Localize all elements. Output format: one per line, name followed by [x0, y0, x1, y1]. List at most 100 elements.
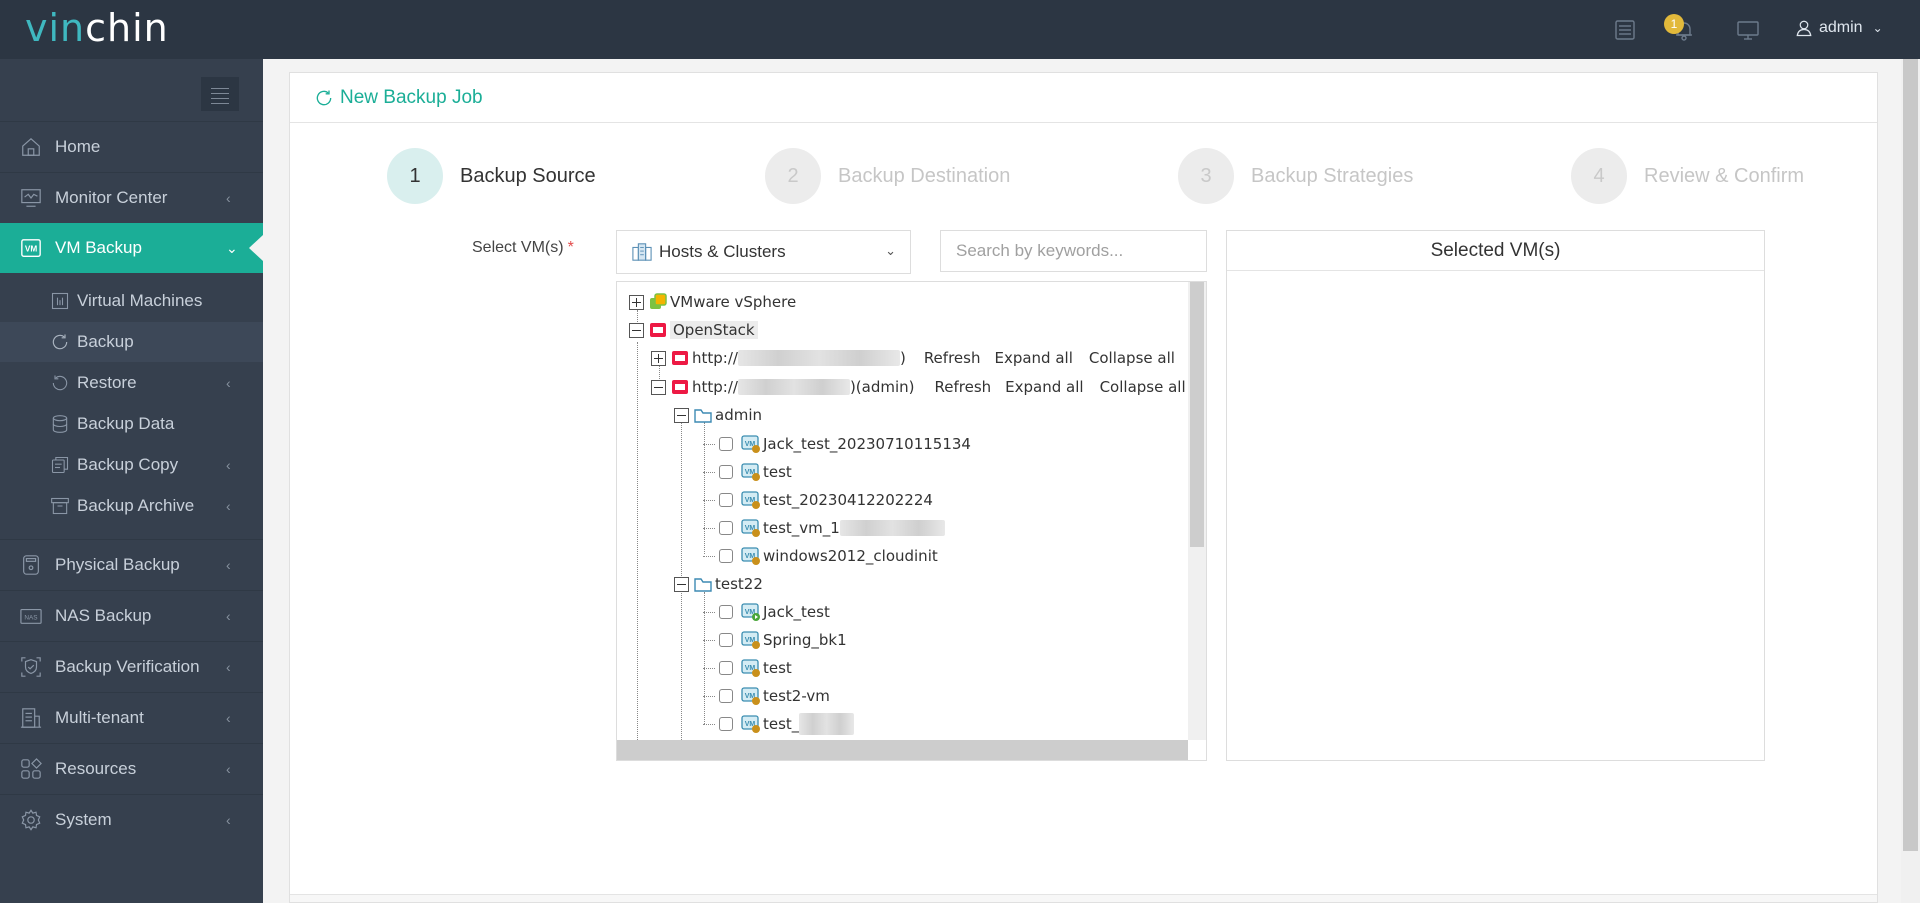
monitor-center-icon	[21, 189, 41, 207]
redacted-text	[839, 520, 945, 536]
redacted-text	[737, 379, 850, 395]
sidebar-item-system[interactable]: System ‹	[0, 795, 263, 845]
sidebar-item-resources[interactable]: Resources ‹	[0, 744, 263, 794]
vm-checkbox[interactable]	[719, 465, 733, 479]
selected-vms-title: Selected VM(s)	[1227, 231, 1764, 271]
vm-checkbox[interactable]	[719, 549, 733, 563]
sidebar-subitem-virtual-machines[interactable]: Virtual Machines	[0, 281, 263, 321]
vm-checkbox[interactable]	[719, 605, 733, 619]
refresh-link[interactable]: Refresh	[924, 349, 981, 367]
sidebar-item-label: Monitor Center	[55, 188, 168, 207]
vinchin-logo[interactable]: vinchin	[25, 6, 169, 50]
vm-suspended-icon: VM	[741, 491, 760, 509]
chevron-left-icon: ‹	[226, 457, 231, 473]
folder-icon	[694, 409, 712, 423]
label-text: Select VM(s)	[472, 239, 564, 256]
expand-all-link[interactable]: Expand all	[1005, 378, 1083, 396]
collapse-all-link[interactable]: Collapse all	[1089, 349, 1175, 367]
tree-vm-item[interactable]: VM test_20230412202224	[703, 488, 933, 512]
top-bar: vinchin 1 admin ⌄	[0, 0, 1920, 59]
user-menu[interactable]: admin ⌄	[1795, 19, 1883, 37]
step-number: 3	[1178, 148, 1234, 204]
tree-vm-item[interactable]: VM windows2012_cloudinit	[703, 544, 938, 568]
sidebar-item-vm-backup[interactable]: VM VM Backup ⌄	[0, 223, 263, 273]
expand-icon[interactable]	[629, 294, 644, 310]
tree-node-project-admin[interactable]: admin	[674, 403, 762, 427]
sidebar-item-backup-verification[interactable]: Backup Verification ‹	[0, 642, 263, 692]
sidebar: Home Monitor Center ‹ VM VM Backup ⌄ Vir…	[0, 59, 263, 903]
tree-node-project-test22[interactable]: test22	[674, 572, 763, 596]
sidebar-item-nas-backup[interactable]: NAS NAS Backup ‹	[0, 591, 263, 641]
collapse-icon[interactable]	[674, 576, 689, 592]
sidebar-item-physical-backup[interactable]: Physical Backup ‹	[0, 540, 263, 590]
openstack-icon	[672, 351, 688, 365]
vm-checkbox[interactable]	[719, 717, 733, 731]
notification-badge: 1	[1664, 14, 1684, 34]
chevron-left-icon: ‹	[226, 710, 231, 726]
sidebar-item-label: Backup Archive	[77, 496, 195, 515]
user-name: admin	[1819, 19, 1863, 36]
vm-checkbox[interactable]	[719, 633, 733, 647]
tree-vm-item[interactable]: VM test_	[703, 712, 855, 736]
collapse-icon[interactable]	[629, 322, 644, 338]
vm-checkbox[interactable]	[719, 661, 733, 675]
tree-node-vsphere[interactable]: VMware vSphere	[629, 290, 796, 314]
expand-all-link[interactable]: Expand all	[994, 349, 1072, 367]
vm-name: test_20230412202224	[763, 491, 933, 509]
tree-vm-item[interactable]: VM Jack_test	[703, 600, 830, 624]
collapse-all-link[interactable]: Collapse all	[1100, 378, 1186, 396]
page-scrollbar[interactable]	[1901, 59, 1920, 903]
sidebar-subitem-backup-archive[interactable]: Backup Archive ‹	[0, 486, 263, 526]
task-list-icon[interactable]	[1613, 18, 1637, 42]
host-url-prefix: http://	[692, 378, 738, 396]
sidebar-toggle-button[interactable]	[201, 77, 239, 111]
tree-line	[703, 639, 715, 641]
step-backup-strategies: 3 Backup Strategies	[1178, 148, 1413, 204]
collapse-icon[interactable]	[651, 379, 666, 395]
sidebar-item-multi-tenant[interactable]: Multi-tenant ‹	[0, 693, 263, 743]
scrollbar-thumb[interactable]	[1903, 59, 1918, 851]
sidebar-subitem-backup-data[interactable]: Backup Data	[0, 404, 263, 444]
tree-vm-item[interactable]: VM test_vm_1	[703, 516, 945, 540]
sidebar-item-label: Backup Copy	[77, 455, 179, 474]
sidebar-subitem-backup[interactable]: Backup	[0, 322, 263, 362]
tree-vm-item[interactable]: VM Jack_test_20230710115134	[703, 432, 971, 456]
collapse-icon[interactable]	[674, 407, 689, 423]
sidebar-item-label: Multi-tenant	[55, 708, 144, 727]
vm-checkbox[interactable]	[719, 689, 733, 703]
vm-checkbox[interactable]	[719, 521, 733, 535]
select-vms-label: Select VM(s) *	[472, 239, 574, 257]
sidebar-item-label: Virtual Machines	[77, 291, 203, 310]
sidebar-item-home[interactable]: Home	[0, 122, 263, 172]
sidebar-subitem-restore[interactable]: Restore ‹	[0, 363, 263, 403]
step-backup-destination: 2 Backup Destination	[765, 148, 1010, 204]
expand-icon[interactable]	[651, 350, 666, 366]
vm-checkbox[interactable]	[719, 437, 733, 451]
sidebar-subitem-backup-copy[interactable]: Backup Copy ‹	[0, 445, 263, 485]
tree-vm-item[interactable]: VM test	[703, 656, 792, 680]
refresh-link[interactable]: Refresh	[935, 378, 992, 396]
tree-vm-item[interactable]: VM Spring_bk1	[703, 628, 847, 652]
tree-horizontal-scrollbar[interactable]	[617, 740, 1190, 760]
scrollbar-thumb[interactable]	[1190, 282, 1204, 547]
gear-icon	[21, 809, 41, 831]
sidebar-item-label: VM Backup	[55, 238, 142, 257]
selected-vms-panel: Selected VM(s)	[1226, 230, 1765, 761]
tree-vertical-scrollbar[interactable]	[1188, 282, 1206, 742]
sidebar-item-monitor-center[interactable]: Monitor Center ‹	[0, 173, 263, 223]
sidebar-item-label: Backup Data	[77, 414, 175, 433]
tree-node-host[interactable]: http:// ) Refresh Expand all Collapse al…	[651, 346, 1175, 370]
tree-node-host[interactable]: http:// )(admin) Refresh Expand all Coll…	[651, 375, 1186, 399]
vm-checkbox[interactable]	[719, 493, 733, 507]
vm-name: Spring_bk1	[763, 631, 847, 649]
tree-vm-item[interactable]: VM test	[703, 460, 792, 484]
host-url-prefix: http://	[692, 349, 738, 367]
monitor-icon[interactable]	[1736, 18, 1760, 42]
vm-name: test_	[763, 715, 800, 733]
vm-search-input[interactable]	[940, 230, 1207, 272]
tree-vm-item[interactable]: VM test2-vm	[703, 684, 830, 708]
tree-node-openstack[interactable]: OpenStack	[629, 318, 758, 342]
view-type-dropdown[interactable]: Hosts & Clusters ⌄	[616, 230, 911, 274]
vm-name: test2-vm	[763, 687, 830, 705]
step-number: 2	[765, 148, 821, 204]
